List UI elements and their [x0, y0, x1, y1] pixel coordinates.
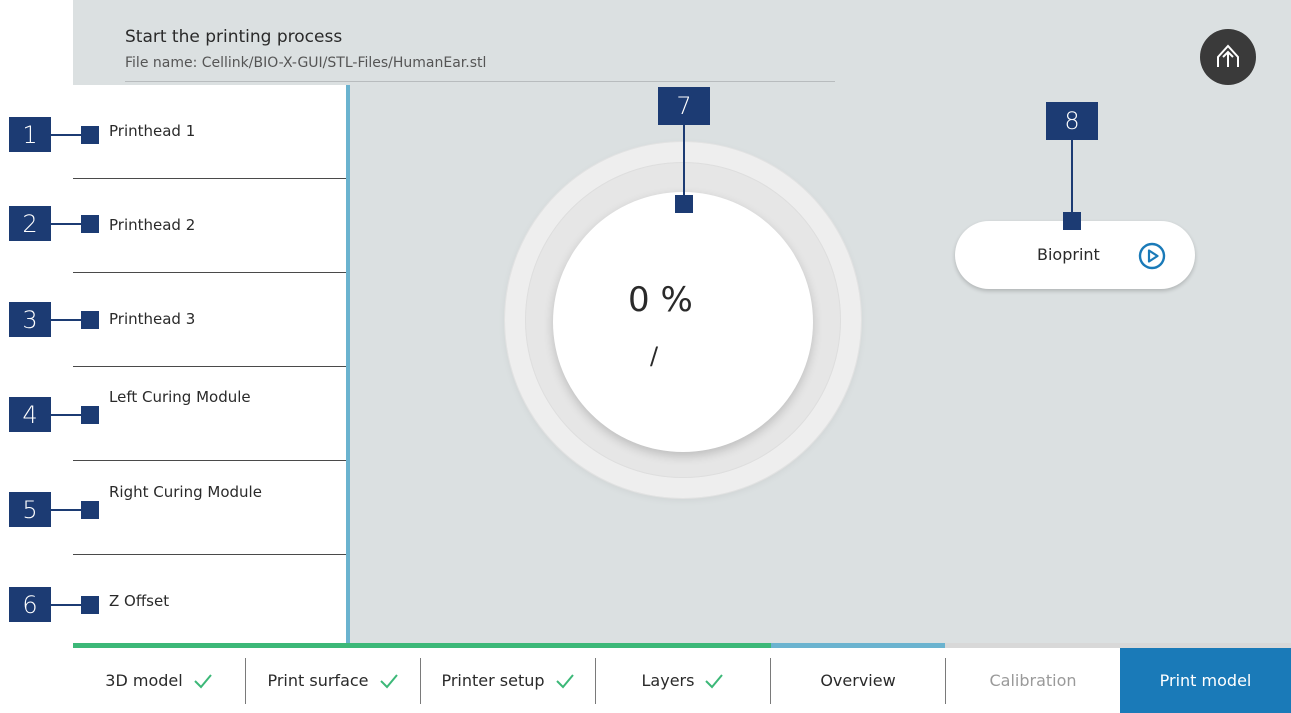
progress-detail: / — [650, 342, 659, 370]
checkmark-icon — [555, 673, 575, 689]
callout-line — [1071, 140, 1073, 212]
tab-calibration[interactable]: Calibration — [946, 648, 1120, 713]
callout-line — [51, 604, 81, 606]
tab-label: Print surface — [267, 671, 369, 690]
sidebar-item-printhead-1[interactable]: Printhead 1 — [73, 85, 346, 179]
tab-overview[interactable]: Overview — [771, 648, 945, 713]
callout-label: 8 — [1046, 102, 1098, 140]
sidebar-item-label: Z Offset — [109, 592, 170, 610]
tab-3d-model[interactable]: 3D model — [73, 648, 245, 713]
sidebar-divider — [346, 85, 350, 643]
tab-print-model[interactable]: Print model — [1120, 648, 1291, 713]
progress-percent: 0 % — [628, 280, 693, 320]
callout-label: 5 — [9, 492, 51, 527]
tab-layers[interactable]: Layers — [596, 648, 770, 713]
tab-label: Overview — [820, 671, 896, 690]
sidebar-item-label: Printhead 3 — [109, 310, 196, 328]
file-name: File name: Cellink/BIO-X-GUI/STL-Files/H… — [125, 55, 487, 71]
callout-label: 2 — [9, 206, 51, 241]
callout-marker — [81, 501, 99, 519]
sidebar-item-z-offset[interactable]: Z Offset — [73, 555, 346, 643]
callout-line — [683, 125, 685, 195]
callout-label: 6 — [9, 587, 51, 622]
header: Start the printing process File name: Ce… — [73, 0, 1291, 85]
progress-ring-center — [553, 192, 813, 452]
bioprint-label: Bioprint — [1037, 245, 1100, 264]
sidebar-item-label: Printhead 2 — [109, 216, 196, 234]
callout-marker — [81, 406, 99, 424]
sidebar-item-left-curing-module[interactable]: Left Curing Module — [73, 367, 346, 461]
callout-marker — [1063, 212, 1081, 230]
tab-label: Calibration — [989, 671, 1077, 690]
checkmark-icon — [193, 673, 213, 689]
tab-label: Layers — [641, 671, 695, 690]
sidebar-item-label: Right Curing Module — [109, 483, 262, 501]
sidebar-item-label: Left Curing Module — [109, 388, 251, 406]
callout-line — [51, 509, 81, 511]
callout-marker — [81, 215, 99, 233]
tab-label: 3D model — [105, 671, 183, 690]
callout-label: 1 — [9, 117, 51, 152]
callout-label: 7 — [658, 87, 710, 125]
callout-label: 4 — [9, 397, 51, 432]
home-arrow-icon — [1217, 44, 1239, 67]
callout-marker — [81, 596, 99, 614]
callout-line — [51, 223, 81, 225]
callout-marker — [675, 195, 693, 213]
tab-print-surface[interactable]: Print surface — [246, 648, 420, 713]
checkmark-icon — [704, 673, 724, 689]
callout-line — [51, 414, 81, 416]
sidebar-item-label: Printhead 1 — [109, 122, 196, 140]
tab-label: Print model — [1159, 671, 1252, 690]
header-divider — [125, 81, 835, 82]
sidebar-item-printhead-3[interactable]: Printhead 3 — [73, 273, 346, 367]
step-tabs: 3D model Print surface Printer setup Lay… — [73, 648, 1291, 713]
checkmark-icon — [379, 673, 399, 689]
callout-line — [51, 319, 81, 321]
bioprint-button[interactable]: Bioprint — [955, 221, 1195, 289]
tab-printer-setup[interactable]: Printer setup — [421, 648, 595, 713]
callout-marker — [81, 311, 99, 329]
sidebar: Printhead 1 Printhead 2 Printhead 3 Left… — [73, 85, 346, 643]
page-title: Start the printing process — [125, 27, 343, 47]
sidebar-item-printhead-2[interactable]: Printhead 2 — [73, 179, 346, 273]
tab-label: Printer setup — [441, 671, 545, 690]
callout-line — [51, 134, 81, 136]
play-circle-icon — [1138, 242, 1166, 270]
callout-marker — [81, 126, 99, 144]
home-button[interactable] — [1200, 29, 1256, 85]
callout-label: 3 — [9, 302, 51, 337]
sidebar-item-right-curing-module[interactable]: Right Curing Module — [73, 461, 346, 555]
